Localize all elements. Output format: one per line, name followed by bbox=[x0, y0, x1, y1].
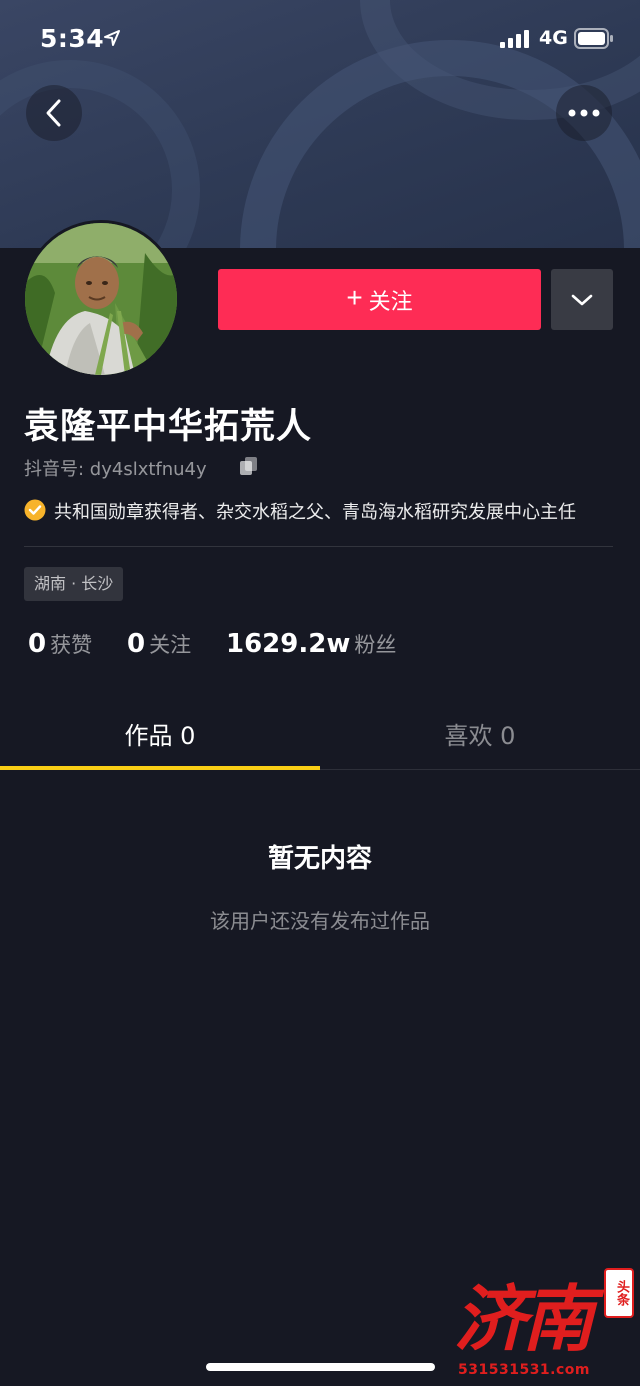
location-arrow-icon bbox=[104, 30, 120, 46]
network-type: 4G bbox=[539, 27, 568, 49]
status-time: 5:34 bbox=[40, 24, 105, 53]
signal-icon bbox=[500, 30, 529, 48]
watermark-main: 济南 bbox=[454, 1276, 594, 1361]
likes-label: 获赞 bbox=[50, 633, 93, 657]
follow-button-label: 关注 bbox=[368, 288, 413, 314]
profile-tabs: 作品 0 喜欢 0 bbox=[0, 704, 640, 770]
verification-row: 共和国勋章获得者、杂交水稻之父、青岛海水稻研究发展中心主任 bbox=[24, 498, 640, 524]
status-bar: 5:34 4G bbox=[0, 0, 640, 80]
home-indicator[interactable] bbox=[206, 1363, 435, 1371]
chevron-down-icon bbox=[571, 294, 593, 305]
profile-name: 袁隆平中华拓荒人 bbox=[24, 407, 313, 447]
verified-badge-icon bbox=[24, 499, 46, 521]
watermark-url: 531531531.com bbox=[458, 1362, 590, 1378]
followers-count: 1629.2w bbox=[226, 629, 351, 659]
verification-text: 共和国勋章获得者、杂交水稻之父、青岛海水稻研究发展中心主任 bbox=[54, 502, 576, 523]
likes-stat[interactable]: 0 获赞 bbox=[28, 629, 92, 659]
divider bbox=[24, 546, 613, 547]
following-label: 关注 bbox=[149, 633, 192, 657]
avatar-image bbox=[25, 223, 177, 375]
active-tab-indicator bbox=[0, 766, 320, 770]
watermark-stamp: 头条 bbox=[604, 1268, 634, 1318]
followers-label: 粉丝 bbox=[354, 633, 397, 657]
recommend-dropdown-button[interactable] bbox=[551, 269, 613, 330]
more-button[interactable] bbox=[556, 85, 612, 141]
empty-state-subtitle: 该用户还没有发布过作品 bbox=[210, 909, 430, 933]
avatar[interactable] bbox=[22, 220, 180, 378]
location-tag: 湖南 · 长沙 bbox=[24, 567, 124, 601]
tab-likes[interactable]: 喜欢 0 bbox=[320, 704, 640, 770]
tab-works[interactable]: 作品 0 bbox=[0, 704, 320, 770]
followers-stat[interactable]: 1629.2w 粉丝 bbox=[226, 629, 396, 659]
chevron-left-icon bbox=[46, 99, 61, 127]
empty-state-title: 暂无内容 bbox=[267, 844, 372, 874]
watermark-logo: 济南 头条 531531531.com bbox=[450, 1260, 640, 1386]
battery-icon bbox=[574, 28, 613, 49]
copy-icon[interactable] bbox=[238, 455, 260, 477]
douyin-id: 抖音号: dy4slxtfnu4y bbox=[24, 459, 207, 480]
likes-count: 0 bbox=[28, 629, 47, 659]
plus-icon: + bbox=[346, 282, 363, 313]
back-button[interactable] bbox=[26, 85, 82, 141]
following-count: 0 bbox=[127, 629, 146, 659]
more-dots-icon bbox=[568, 109, 600, 117]
following-stat[interactable]: 0 关注 bbox=[127, 629, 191, 659]
follow-button[interactable]: + 关注 bbox=[218, 269, 541, 330]
